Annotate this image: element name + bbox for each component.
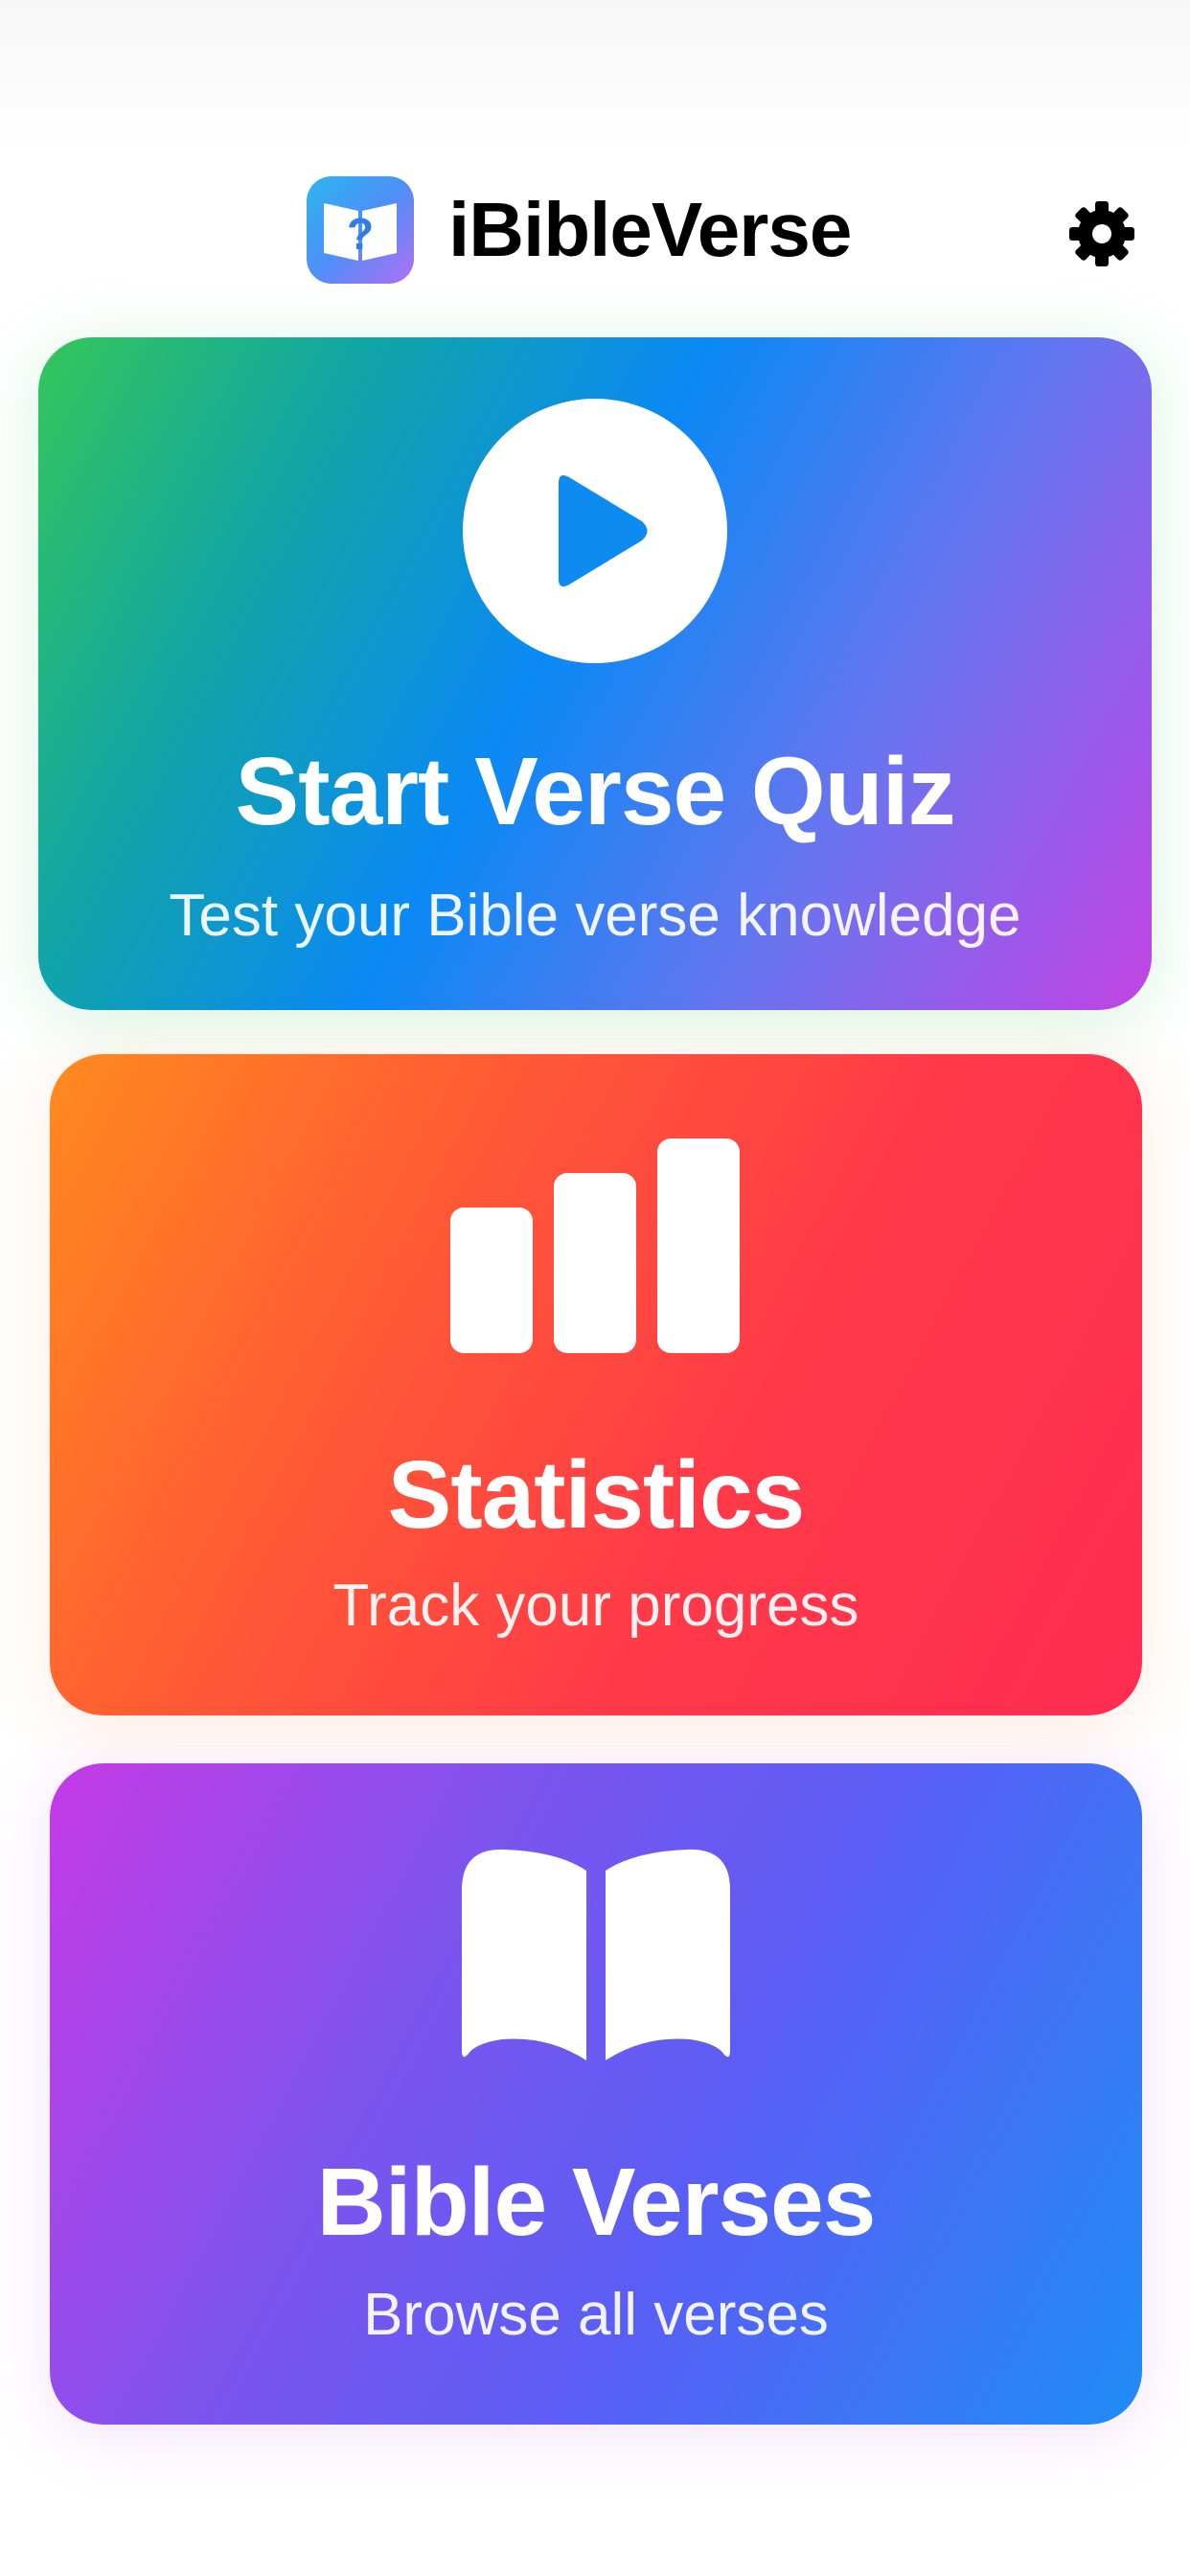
settings-button[interactable]	[1064, 196, 1140, 272]
svg-text:?: ?	[347, 209, 374, 259]
bible-verses-card[interactable]: Bible Verses Browse all verses	[50, 1763, 1142, 2425]
card-title: Start Verse Quiz	[235, 738, 956, 845]
card-title: Statistics	[387, 1441, 806, 1549]
start-quiz-card[interactable]: Start Verse Quiz Test your Bible verse k…	[38, 337, 1152, 1010]
gear-icon	[1069, 201, 1134, 266]
statistics-card[interactable]: Statistics Track your progress	[50, 1054, 1142, 1715]
card-subtitle: Track your progress	[332, 1573, 859, 1639]
card-subtitle: Test your Bible verse knowledge	[169, 883, 1021, 949]
card-subtitle: Browse all verses	[363, 2282, 829, 2348]
status-bar-area	[0, 0, 1190, 153]
card-title: Bible Verses	[316, 2149, 877, 2256]
home-screen: ? iBibleVerse Start Verse Quiz Test your…	[0, 0, 1190, 2576]
app-logo: ?	[307, 176, 414, 284]
app-title: iBibleVerse	[448, 187, 852, 272]
question-book-icon: ?	[324, 203, 397, 261]
